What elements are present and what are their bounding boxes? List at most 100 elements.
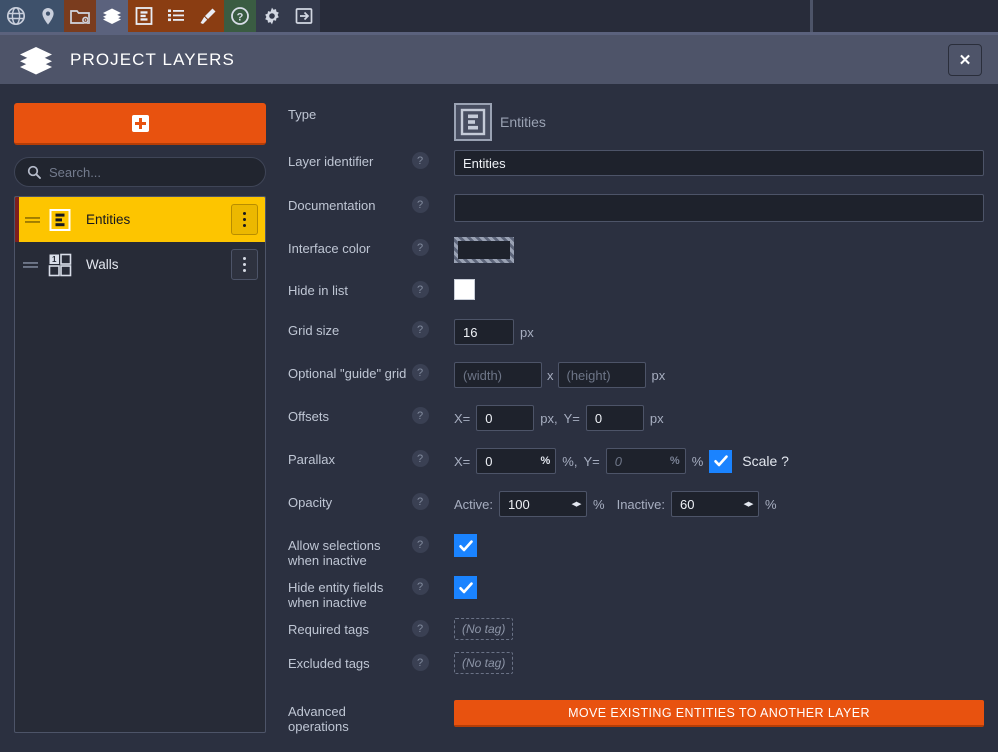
drag-handle-icon[interactable] [15, 260, 45, 270]
layers-icon-glyph [101, 6, 123, 26]
folder-gear-icon-glyph [69, 6, 91, 26]
parallax-label: Parallax [288, 448, 408, 467]
layer-identifier-input[interactable] [454, 150, 984, 176]
layer-menu-button[interactable] [231, 249, 258, 280]
allow-selections-checkbox[interactable] [454, 534, 477, 557]
globe-icon[interactable] [0, 0, 32, 32]
required-tags-help-icon[interactable]: ? [412, 620, 429, 637]
layer-identifier-help-icon[interactable]: ? [412, 152, 429, 169]
offsets-label: Offsets [288, 405, 408, 424]
opacity-inactive-prefix: Inactive: [617, 497, 665, 512]
form-row-allow-selections: Allow selections when inactive ? [288, 534, 978, 576]
opacity-help-icon[interactable]: ? [412, 493, 429, 510]
allow-selections-label-line2: when inactive [288, 553, 367, 568]
interface-color-label: Interface color [288, 237, 408, 256]
interface-color-help-icon[interactable]: ? [412, 239, 429, 256]
opacity-inactive-input[interactable] [671, 491, 759, 517]
form-row-hide-in-list: Hide in list ? [288, 279, 978, 319]
parallax-x-unit: %, [562, 454, 577, 469]
offsets-help-icon[interactable]: ? [412, 407, 429, 424]
pin-icon-glyph [38, 6, 58, 26]
guide-grid-help-icon[interactable]: ? [412, 364, 429, 381]
help-icon[interactable]: ? [224, 0, 256, 32]
required-tags-value[interactable]: (No tag) [454, 618, 513, 640]
advanced-operations-label: Advanced operations [288, 700, 408, 734]
pin-icon[interactable] [32, 0, 64, 32]
form-row-interface-color: Interface color ? [288, 237, 978, 279]
hide-in-list-help-icon[interactable]: ? [412, 281, 429, 298]
type-control: Entities [432, 103, 978, 141]
window-header: PROJECT LAYERS ✕ [0, 35, 998, 84]
form-row-parallax: Parallax ? X= % %, Y= % % [288, 448, 978, 491]
guide-grid-width-input[interactable] [454, 362, 542, 388]
parallax-scale-label: Scale ? [742, 453, 789, 469]
parallax-scale-checkbox[interactable] [709, 450, 732, 473]
brush-icon[interactable] [192, 0, 224, 32]
search-box[interactable] [14, 157, 266, 187]
kebab-dot [243, 269, 246, 272]
search-input[interactable] [49, 165, 253, 180]
drag-handle-glyph [24, 215, 41, 225]
layer-list-item-entities[interactable]: Entities [15, 197, 265, 242]
layer-menu-button[interactable] [231, 204, 258, 235]
toolbar-spacer-left [320, 0, 810, 32]
opacity-active-prefix: Active: [454, 497, 493, 512]
opacity-label: Opacity [288, 491, 408, 510]
layer-list-item-walls[interactable]: 1 Walls [15, 242, 265, 287]
gear-icon[interactable] [256, 0, 288, 32]
parallax-x-prefix: X= [454, 454, 470, 469]
move-entities-button[interactable]: MOVE EXISTING ENTITIES TO ANOTHER LAYER [454, 700, 984, 727]
list-icon[interactable] [160, 0, 192, 32]
close-button[interactable]: ✕ [948, 44, 982, 76]
grid-size-help-icon[interactable]: ? [412, 321, 429, 338]
parallax-x-input[interactable] [476, 448, 556, 474]
tiles-layer-glyph: 1 [48, 253, 72, 277]
excluded-tags-label: Excluded tags [288, 652, 408, 671]
interface-color-swatch[interactable] [454, 237, 514, 263]
hide-entity-fields-help-icon[interactable]: ? [412, 578, 429, 595]
form-row-opacity: Opacity ? Active: ◂▸ % Inactive: ◂▸ % [288, 491, 978, 534]
offsets-y-input[interactable] [586, 405, 644, 431]
grid-size-input[interactable] [454, 319, 514, 345]
opacity-active-input[interactable] [499, 491, 587, 517]
advanced-help-spacer [408, 700, 432, 702]
documentation-help-icon[interactable]: ? [412, 196, 429, 213]
allow-selections-label-line1: Allow selections [288, 538, 381, 553]
layer-properties-form: Type Entities Layer identifier ? [270, 84, 998, 752]
excluded-tags-value[interactable]: (No tag) [454, 652, 513, 674]
page-title: PROJECT LAYERS [70, 50, 948, 70]
offsets-x-input[interactable] [476, 405, 534, 431]
opacity-inactive-unit: % [765, 497, 777, 512]
guide-grid-unit: px [652, 368, 666, 383]
entities-icon[interactable] [128, 0, 160, 32]
excluded-tags-help-icon[interactable]: ? [412, 654, 429, 671]
hide-entity-fields-checkbox[interactable] [454, 576, 477, 599]
exit-icon[interactable] [288, 0, 320, 32]
drag-handle-icon[interactable] [19, 215, 45, 225]
form-row-grid-size: Grid size ? px [288, 319, 978, 362]
documentation-input[interactable] [454, 194, 984, 222]
svg-text:1: 1 [52, 255, 57, 264]
grid-size-unit: px [520, 325, 534, 340]
layer-list: Entities 1 [14, 196, 266, 733]
layers-icon[interactable] [96, 0, 128, 32]
guide-grid-height-input[interactable] [558, 362, 646, 388]
form-row-offsets: Offsets ? X= px, Y= px [288, 405, 978, 448]
parallax-y-unit: % [692, 454, 704, 469]
parallax-help-icon[interactable]: ? [412, 450, 429, 467]
offsets-x-unit: px, [540, 411, 557, 426]
brush-icon-glyph [198, 6, 218, 26]
drag-handle-glyph [22, 260, 39, 270]
layers-header-icon [18, 44, 54, 76]
hide-in-list-checkbox[interactable] [454, 279, 475, 300]
kebab-dot [243, 224, 246, 227]
parallax-y-input[interactable] [606, 448, 686, 474]
allow-selections-help-icon[interactable]: ? [412, 536, 429, 553]
offsets-x-prefix: X= [454, 411, 470, 426]
folder-gear-icon[interactable] [64, 0, 96, 32]
help-icon-glyph: ? [230, 6, 250, 26]
add-layer-button[interactable] [14, 103, 266, 145]
allow-selections-label: Allow selections when inactive [288, 534, 408, 568]
offsets-y-unit: px [650, 411, 664, 426]
entities-layer-icon [45, 208, 75, 232]
